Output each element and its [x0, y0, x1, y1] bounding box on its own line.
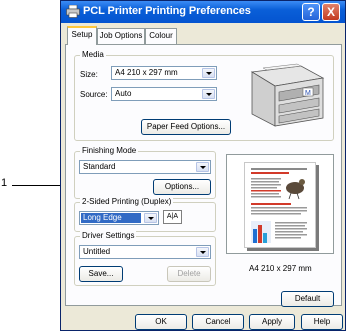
chevron-down-icon — [196, 247, 209, 257]
setup-panel: Media Size: A4 210 x 297 mm Source: Auto… — [65, 44, 342, 307]
preview-caption: A4 210 x 297 mm — [249, 264, 312, 273]
ok-button[interactable]: OK — [135, 314, 187, 330]
duplex-legend: 2-Sided Printing (Duplex) — [80, 197, 174, 206]
duplex-preview-icon: A|A — [163, 210, 182, 224]
tab-job-options[interactable]: Job Options — [97, 28, 145, 44]
driver-legend: Driver Settings — [80, 231, 137, 240]
size-select[interactable]: A4 210 x 297 mm — [111, 66, 217, 80]
help-button[interactable]: Help — [301, 314, 343, 330]
svg-text:M: M — [305, 90, 311, 97]
finishing-mode-select[interactable]: Standard — [79, 160, 211, 174]
callout-number: 1 — [1, 177, 8, 189]
apply-button[interactable]: Apply — [249, 314, 295, 330]
chevron-down-icon — [202, 89, 215, 99]
duplex-select[interactable]: Long Edge — [79, 211, 159, 225]
source-select[interactable]: Auto — [111, 87, 217, 101]
help-title-button[interactable]: ? — [302, 3, 320, 21]
finishing-legend: Finishing Mode — [80, 146, 139, 155]
driver-settings-group: Driver Settings Untitled Save... Delete — [74, 231, 216, 286]
source-label: Source: — [80, 90, 108, 99]
finishing-mode-group: Finishing Mode Standard Options... — [74, 146, 216, 199]
close-button[interactable]: X — [322, 3, 340, 21]
title-bar[interactable]: PCL Printer Printing Preferences ? X — [61, 1, 345, 23]
chevron-down-icon — [144, 213, 157, 223]
delete-settings-button[interactable]: Delete — [167, 266, 211, 282]
window-title: PCL Printer Printing Preferences — [83, 5, 251, 17]
cancel-button[interactable]: Cancel — [192, 314, 244, 330]
paper-preview — [244, 162, 316, 248]
printing-preferences-window: PCL Printer Printing Preferences ? X Set… — [60, 0, 346, 331]
media-legend: Media — [80, 50, 106, 59]
tab-setup[interactable]: Setup — [67, 26, 97, 45]
page-preview — [226, 154, 334, 254]
printer-image-icon: M — [250, 63, 325, 127]
duplex-value: Long Edge — [81, 213, 141, 223]
duplex-group: 2-Sided Printing (Duplex) Long Edge A|A — [74, 197, 216, 232]
finishing-options-button[interactable]: Options... — [153, 179, 211, 195]
media-group: Media Size: A4 210 x 297 mm Source: Auto… — [74, 50, 334, 141]
printer-icon — [66, 5, 80, 18]
driver-value: Untitled — [83, 247, 111, 256]
paper-feed-options-button[interactable]: Paper Feed Options... — [141, 119, 231, 135]
chevron-down-icon — [202, 68, 215, 78]
chevron-down-icon — [196, 162, 209, 172]
default-button[interactable]: Default — [281, 291, 334, 307]
source-value: Auto — [115, 89, 132, 98]
save-settings-button[interactable]: Save... — [79, 266, 123, 282]
size-label: Size: — [80, 70, 98, 79]
document-preview-image — [251, 168, 307, 243]
finishing-value: Standard — [83, 162, 116, 171]
driver-settings-select[interactable]: Untitled — [79, 245, 211, 259]
size-value: A4 210 x 297 mm — [115, 68, 178, 77]
tab-colour[interactable]: Colour — [145, 28, 177, 44]
